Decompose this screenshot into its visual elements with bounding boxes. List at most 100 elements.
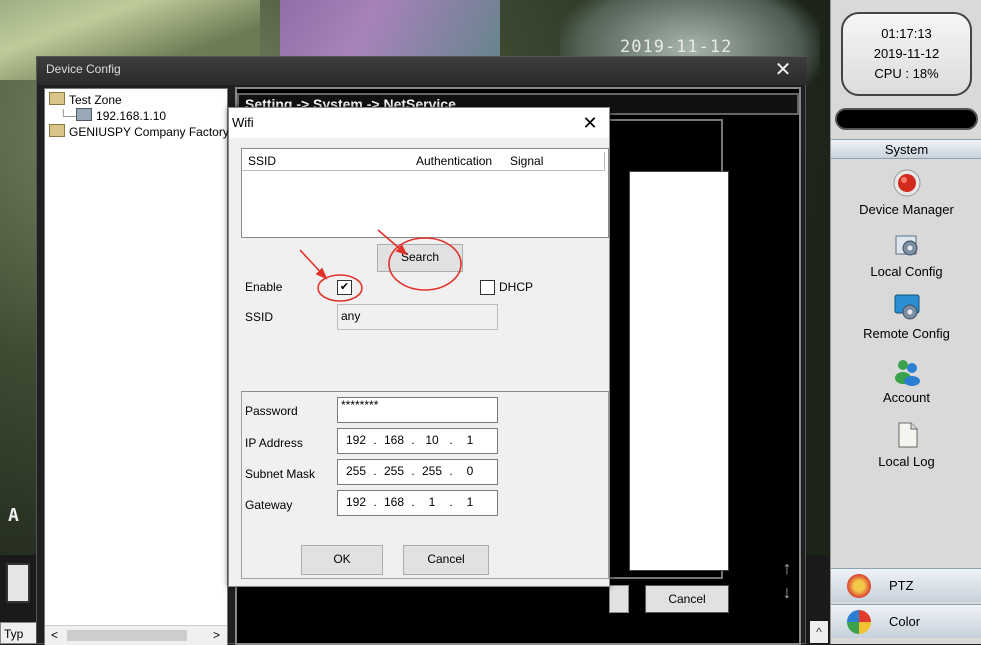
ip-address-field[interactable]: 192. 168. 10. 1 (337, 428, 498, 454)
ip-dot: . (411, 495, 415, 509)
ok-button-partial[interactable] (609, 585, 629, 613)
sidebar-item-label: Local Log (878, 454, 935, 469)
folder-icon (49, 124, 65, 137)
ip-octet: 0 (466, 464, 474, 478)
sidebar-item-label: Device Manager (859, 202, 954, 217)
column-header-ssid[interactable]: SSID (242, 152, 417, 171)
search-button[interactable]: Search (377, 244, 463, 272)
tree-branch-icon: └─ (59, 109, 77, 123)
local-log-icon (898, 422, 917, 448)
ip-octet: 192 (345, 495, 367, 509)
account-icon (894, 360, 920, 386)
folder-icon (49, 92, 65, 105)
remote-config-icon (894, 294, 919, 320)
subnet-mask-field[interactable]: 255. 255. 255. 0 (337, 459, 498, 485)
color-button[interactable]: Color (831, 604, 981, 638)
column-header-signal[interactable]: Signal (504, 152, 605, 171)
status-time: 01:17:13 (881, 26, 932, 41)
netservice-list (629, 171, 729, 571)
arrow-down-icon[interactable]: ↓ (776, 581, 798, 603)
color-wheel-icon (847, 610, 871, 634)
scroll-right-icon[interactable]: > (213, 628, 220, 642)
ip-dot: . (411, 464, 415, 478)
scroll-up-icon[interactable]: ^ (810, 621, 828, 643)
ssid-label: SSID (245, 310, 274, 324)
osd-channel-char: A (8, 505, 19, 526)
sidebar-item-label: Account (883, 390, 930, 405)
sidebar-header-system[interactable]: System (831, 139, 981, 159)
ip-dot: . (449, 433, 453, 447)
ip-address-label: IP Address (245, 436, 303, 450)
sidebar-item-device-manager[interactable]: Device Manager (831, 168, 981, 217)
password-label: Password (245, 404, 298, 418)
sidebar-item-account[interactable]: Account (831, 356, 981, 405)
tree-item-label: 192.168.1.10 (96, 109, 167, 123)
wifi-dialog-title: Wifi (229, 108, 609, 138)
tree-item-label: GENIUSPY Company Factory (69, 125, 229, 139)
right-sidebar: 01:17:13 2019-11-12 CPU : 18% System Dev… (830, 0, 981, 644)
tree-item-company[interactable]: GENIUSPY Company Factory (49, 124, 229, 139)
device-config-title: Device Config (37, 57, 807, 85)
cancel-button[interactable]: Cancel (645, 585, 729, 613)
ip-octet: 1 (466, 433, 474, 447)
sidebar-item-label: Remote Config (863, 326, 950, 341)
device-manager-icon (893, 169, 920, 197)
ip-octet: 168 (383, 433, 405, 447)
close-icon[interactable]: ✕ (577, 112, 603, 134)
ptz-button[interactable]: PTZ (831, 568, 981, 602)
column-header-authentication[interactable]: Authentication (410, 152, 511, 171)
local-config-icon (895, 235, 917, 256)
tree-item-label: Test Zone (69, 93, 122, 107)
password-field[interactable]: ******** (337, 397, 498, 423)
video-scroll-arrows: ↑ ↓ ^ (776, 555, 830, 644)
status-pill (835, 108, 978, 130)
dhcp-checkbox[interactable] (480, 280, 495, 295)
subnet-mask-label: Subnet Mask (245, 467, 316, 481)
ip-octet: 10 (425, 433, 439, 447)
sidebar-item-local-config[interactable]: Local Config (831, 230, 981, 279)
ip-dot: . (373, 464, 377, 478)
ip-dot: . (373, 495, 377, 509)
ip-octet: 1 (428, 495, 436, 509)
cancel-button[interactable]: Cancel (403, 545, 489, 575)
enable-checkbox[interactable]: ✔ (337, 280, 352, 295)
status-cpu: CPU : 18% (874, 66, 939, 81)
tree-horizontal-scrollbar[interactable]: < > (45, 625, 227, 645)
ptz-icon (847, 574, 871, 598)
sidebar-item-label: Local Config (870, 264, 943, 279)
ip-octet: 1 (466, 495, 474, 509)
device-tree: Test Zone └─ 192.168.1.10 GENIUSPY Compan… (44, 88, 229, 645)
ip-octet: 255 (383, 464, 405, 478)
wifi-dialog: Wifi ✕ SSID Authentication Signal Search… (228, 107, 610, 587)
toolbar-tile[interactable] (6, 563, 30, 603)
gateway-label: Gateway (245, 498, 293, 512)
tree-item-zone[interactable]: Test Zone (49, 92, 122, 107)
ip-dot: . (449, 464, 453, 478)
sidebar-item-remote-config[interactable]: Remote Config (831, 292, 981, 341)
scroll-left-icon[interactable]: < (51, 628, 58, 642)
enable-label: Enable (245, 280, 283, 294)
sidebar-item-local-log[interactable]: Local Log (831, 420, 981, 469)
tree-item-device[interactable]: └─ 192.168.1.10 (59, 108, 166, 123)
status-clock: 01:17:13 2019-11-12 CPU : 18% (841, 12, 972, 96)
close-icon[interactable]: ✕ (770, 60, 796, 80)
ip-dot: . (373, 433, 377, 447)
color-label: Color (889, 614, 921, 629)
gateway-field[interactable]: 192. 168. 1. 1 (337, 490, 498, 516)
dhcp-label: DHCP (499, 280, 534, 294)
arrow-up-icon[interactable]: ↑ (776, 557, 798, 579)
ip-octet: 192 (345, 433, 367, 447)
ip-dot: . (449, 495, 453, 509)
ip-dot: . (411, 433, 415, 447)
ptz-label: PTZ (889, 578, 914, 593)
type-field[interactable]: Typ (0, 622, 40, 644)
ssid-list[interactable]: SSID Authentication Signal (241, 148, 609, 238)
scroll-thumb[interactable] (67, 630, 187, 641)
ssid-field[interactable]: any (337, 304, 498, 330)
ip-octet: 255 (421, 464, 443, 478)
status-date: 2019-11-12 (873, 46, 940, 61)
video-highlight (280, 0, 500, 60)
ok-button[interactable]: OK (301, 545, 383, 575)
ip-octet: 168 (383, 495, 405, 509)
ip-octet: 255 (345, 464, 367, 478)
